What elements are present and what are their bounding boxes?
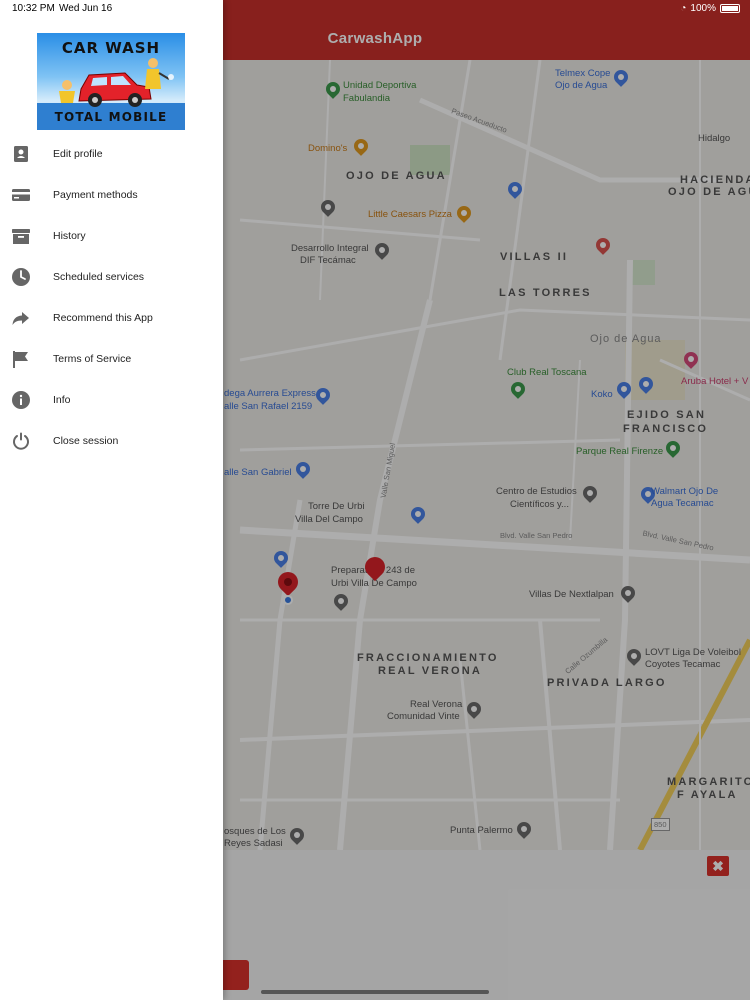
- power-icon: [13, 432, 29, 450]
- menu-label: Info: [53, 393, 71, 406]
- battery-percent: 100%: [690, 3, 716, 14]
- status-date: Wed Jun 16: [59, 3, 113, 14]
- flag-icon: [13, 350, 28, 368]
- home-indicator[interactable]: [261, 990, 489, 994]
- menu-item-scheduled-services[interactable]: Scheduled services: [0, 256, 223, 297]
- menu-item-terms-of-service[interactable]: Terms of Service: [0, 338, 223, 379]
- menu-item-close-session[interactable]: Close session: [0, 420, 223, 461]
- menu-item-payment-methods[interactable]: Payment methods: [0, 174, 223, 215]
- logo-subtitle: TOTAL MOBILE: [54, 110, 168, 124]
- menu-label: Edit profile: [53, 147, 103, 160]
- app-logo: CAR WASH TOTAL MOBILE: [37, 33, 185, 130]
- logo-title: CAR WASH: [61, 39, 161, 57]
- menu-label: Scheduled services: [53, 270, 145, 283]
- menu-item-recommend-app[interactable]: Recommend this App: [0, 297, 223, 338]
- menu-label: History: [53, 229, 86, 242]
- navigation-drawer: 10:32 PM Wed Jun 16 CAR WASH TOTAL MOBIL…: [0, 0, 223, 1000]
- menu-label: Terms of Service: [53, 352, 132, 365]
- archive-box-icon: [12, 228, 30, 244]
- status-time: 10:32 PM: [12, 3, 55, 14]
- profile-card-icon: [14, 145, 28, 162]
- wifi-icon: ◔: [680, 3, 687, 14]
- battery-icon: [720, 4, 740, 13]
- menu-label: Recommend this App: [53, 311, 153, 324]
- info-icon: [12, 390, 30, 409]
- menu-label: Close session: [53, 434, 119, 447]
- menu-item-history[interactable]: History: [0, 215, 223, 256]
- menu-item-edit-profile[interactable]: Edit profile: [0, 133, 223, 174]
- share-arrow-icon: [12, 311, 29, 325]
- status-indicators: ◔ 100%: [680, 3, 740, 14]
- menu-item-info[interactable]: Info: [0, 379, 223, 420]
- clock-icon: [12, 267, 30, 286]
- credit-card-icon: [12, 188, 30, 201]
- menu-label: Payment methods: [53, 188, 138, 201]
